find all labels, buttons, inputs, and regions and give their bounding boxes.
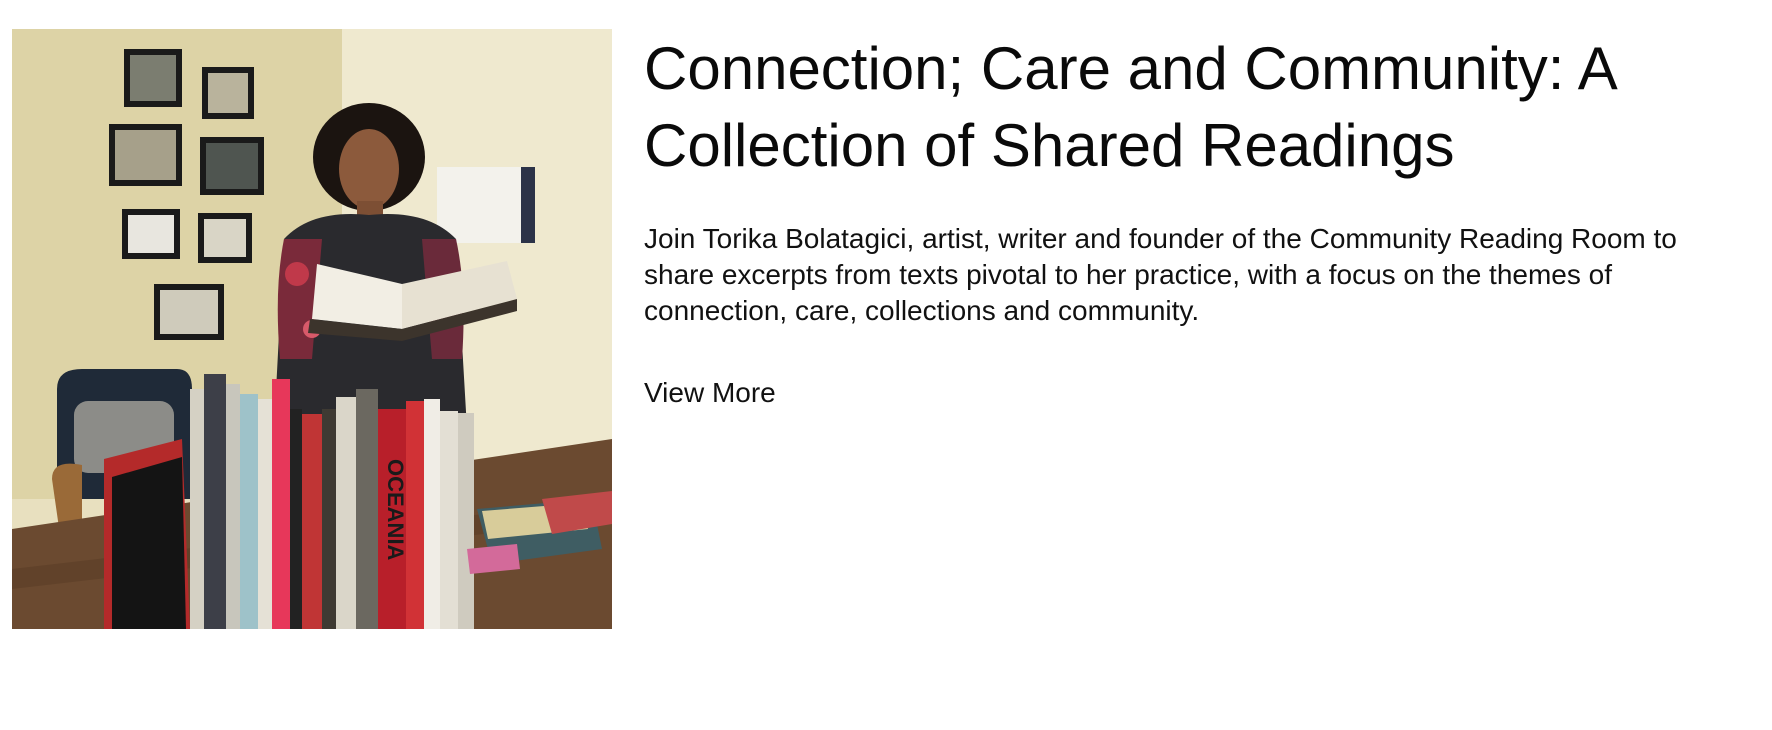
book-spine-label: OCEANIA (383, 459, 408, 561)
event-title: Connection; Care and Community: A Collec… (644, 35, 1615, 179)
event-description: Join Torika Bolatagici, artist, writer a… (644, 223, 1677, 326)
event-photo-illustration: OCEANIA (12, 29, 612, 629)
book-spine-pictures-from-paradise (302, 414, 322, 629)
event-photo[interactable]: OCEANIA (12, 29, 612, 629)
event-card: OCEANIA Connection; Care and Community: … (0, 0, 1772, 730)
view-more-link[interactable]: View More (644, 375, 776, 411)
book-spine-figures-fictions (336, 397, 356, 629)
event-content: Connection; Care and Community: A Collec… (644, 30, 1744, 411)
